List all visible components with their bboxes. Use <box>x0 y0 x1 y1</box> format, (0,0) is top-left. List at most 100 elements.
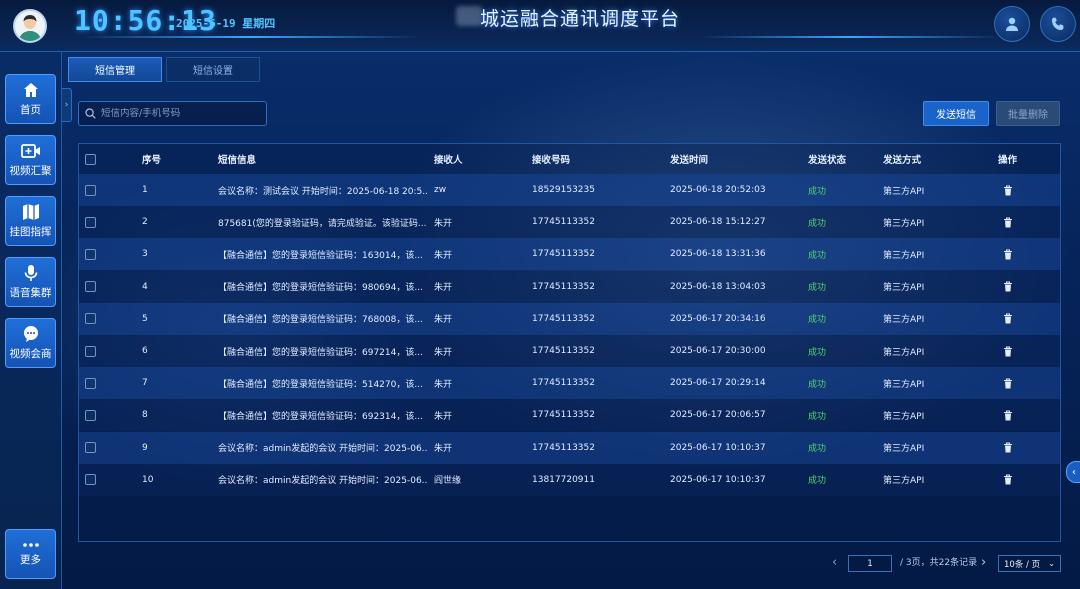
search-icon <box>85 108 96 119</box>
row-checkbox[interactable] <box>85 377 96 389</box>
sidebar-item-label: 视频会商 <box>9 348 52 360</box>
row-checkbox[interactable] <box>85 345 96 357</box>
table-row[interactable]: 2 875681(您的登录验证码，请完成验证。该验证码... 朱开 177451133… <box>79 206 1060 239</box>
row-number: 7 <box>142 378 148 389</box>
batch-delete-button[interactable]: 批量删除 <box>996 101 1060 126</box>
sidebar-item-video-aggregation[interactable]: 视频汇聚 <box>5 135 56 185</box>
user-icon <box>1006 17 1018 31</box>
sidebar-item-map-command[interactable]: 挂图指挥 <box>5 196 56 246</box>
send-time: 2025-06-17 10:10:37 <box>670 442 766 453</box>
sidebar-collapse-toggle[interactable]: › <box>62 88 72 122</box>
send-status: 成功 <box>808 444 827 455</box>
table-row[interactable]: 8 【融合通信】您的登录短信验证码：692314，该... 朱开 1774511335… <box>79 399 1060 432</box>
delete-button[interactable] <box>1003 271 1013 303</box>
delete-button[interactable] <box>1003 399 1013 431</box>
row-checkbox[interactable] <box>85 442 96 454</box>
delete-button[interactable] <box>1003 238 1013 270</box>
row-checkbox[interactable] <box>85 474 96 486</box>
search-input[interactable] <box>101 108 261 119</box>
home-icon <box>23 83 38 97</box>
page-size-value: 10条 / 页 <box>1004 559 1041 570</box>
receiver: 朱开 <box>434 347 453 358</box>
row-checkbox[interactable] <box>85 281 96 293</box>
prev-page-button[interactable]: ‹ <box>832 555 837 570</box>
receiver-phone: 13817720911 <box>532 474 595 485</box>
column-header: 序号 <box>142 155 162 166</box>
send-time: 2025-06-18 13:31:36 <box>670 249 766 260</box>
page-number-input[interactable] <box>848 555 892 572</box>
sidebar-item-more[interactable]: 更多 <box>5 529 56 579</box>
send-time: 2025-06-18 13:04:03 <box>670 281 766 292</box>
send-time: 2025-06-18 20:52:03 <box>670 185 766 195</box>
page-summary: / 3页，共22条记录 <box>900 558 978 568</box>
sms-info: 【融合通信】您的登录短信验证码：768008，该... <box>218 315 423 326</box>
delete-button[interactable] <box>1003 303 1013 335</box>
table-header: 序号 短信信息 接收人 接收号码 发送时间 发送状态 发送方式 操作 <box>79 144 1060 174</box>
search-box <box>78 101 267 126</box>
trash-icon <box>1004 249 1012 260</box>
column-header: 操作 <box>998 155 1018 166</box>
right-panel-toggle[interactable]: ‹ <box>1066 461 1080 483</box>
sidebar-item-label: 语音集群 <box>9 287 52 299</box>
blurred-logo <box>456 6 482 26</box>
delete-button[interactable] <box>1003 367 1013 399</box>
send-time: 2025-06-18 15:12:27 <box>670 217 766 228</box>
delete-button[interactable] <box>1003 432 1013 464</box>
trash-icon <box>1004 442 1012 453</box>
column-header: 接收人 <box>434 155 463 166</box>
table-row[interactable]: 9 会议名称：admin发起的会议 开始时间：2025-06... 朱开 177451… <box>79 431 1060 464</box>
row-number: 8 <box>142 410 148 421</box>
avatar-person-icon <box>15 11 45 41</box>
sidebar: 首页 视频汇聚 挂图指挥 语音集群 视频会商 更多 <box>0 52 62 589</box>
row-checkbox[interactable] <box>85 409 96 421</box>
sidebar-item-voice-cluster[interactable]: 语音集群 <box>5 257 56 307</box>
delete-button[interactable] <box>1003 335 1013 367</box>
table-row[interactable]: 7 【融合通信】您的登录短信验证码：514270，该... 朱开 1774511335… <box>79 367 1060 400</box>
delete-button[interactable] <box>1003 464 1013 496</box>
date-display: 2025-6-19 星期四 <box>176 17 276 30</box>
table-row[interactable]: 6 【融合通信】您的登录短信验证码：697214，该... 朱开 1774511335… <box>79 335 1060 367</box>
send-method: 第三方API <box>883 411 925 422</box>
send-status: 成功 <box>808 283 827 294</box>
send-method: 第三方API <box>883 186 925 197</box>
phone-button[interactable] <box>1040 6 1076 42</box>
sidebar-item-label: 更多 <box>20 554 41 566</box>
row-checkbox[interactable] <box>85 313 96 325</box>
table-row[interactable]: 4 【融合通信】您的登录短信验证码：980694，该... 朱开 1774511335… <box>79 270 1060 303</box>
send-status: 成功 <box>808 250 827 261</box>
next-page-button[interactable]: › <box>981 555 986 570</box>
delete-button[interactable] <box>1003 174 1013 206</box>
receiver-phone: 17745113352 <box>532 249 595 260</box>
receiver-phone: 17745113352 <box>532 313 595 324</box>
table-row[interactable]: 1 会议名称：测试会议 开始时间：2025-06-18 20:5... zw 1852… <box>79 174 1060 206</box>
page-size-select[interactable]: 10条 / 页 ⌄ <box>998 555 1061 572</box>
receiver-phone: 17745113352 <box>532 378 595 389</box>
chevron-right-icon: › <box>64 100 69 110</box>
sidebar-item-video-consultation[interactable]: 视频会商 <box>5 318 56 368</box>
send-method: 第三方API <box>883 379 925 390</box>
avatar[interactable] <box>13 9 47 43</box>
delete-button[interactable] <box>1003 206 1013 238</box>
sms-info: 875681(您的登录验证码，请完成验证。该验证码... <box>218 218 427 229</box>
chevron-right-icon: › <box>981 555 987 570</box>
row-checkbox[interactable] <box>85 248 96 260</box>
row-checkbox[interactable] <box>85 184 96 196</box>
chevron-left-icon: ‹ <box>1072 466 1076 478</box>
table-row[interactable]: 10 会议名称：admin发起的会议 开始时间：2025-06... 阎世缘 1381… <box>79 463 1060 496</box>
table-row[interactable]: 3 【融合通信】您的登录短信验证码：163014，该... 朱开 1774511335… <box>79 238 1060 271</box>
row-checkbox[interactable] <box>85 216 96 228</box>
send-method: 第三方API <box>883 476 925 487</box>
tab-sms-management[interactable]: 短信管理 <box>68 57 162 82</box>
select-all-checkbox[interactable] <box>85 153 96 165</box>
sms-info: 会议名称：admin发起的会议 开始时间：2025-06... <box>218 444 428 455</box>
trash-icon <box>1004 346 1012 356</box>
table-row[interactable]: 5 【融合通信】您的登录短信验证码：768008，该... 朱开 1774511335… <box>79 302 1060 335</box>
user-button[interactable] <box>994 6 1030 42</box>
tab-sms-settings[interactable]: 短信设置 <box>166 57 260 82</box>
sidebar-item-home[interactable]: 首页 <box>5 74 56 124</box>
send-time: 2025-06-17 20:29:14 <box>670 378 766 389</box>
chevron-left-icon: ‹ <box>832 555 838 570</box>
row-number: 10 <box>142 474 154 485</box>
send-sms-button[interactable]: 发送短信 <box>923 101 989 126</box>
sms-info: 【融合通信】您的登录短信验证码：697214，该... <box>218 347 423 358</box>
